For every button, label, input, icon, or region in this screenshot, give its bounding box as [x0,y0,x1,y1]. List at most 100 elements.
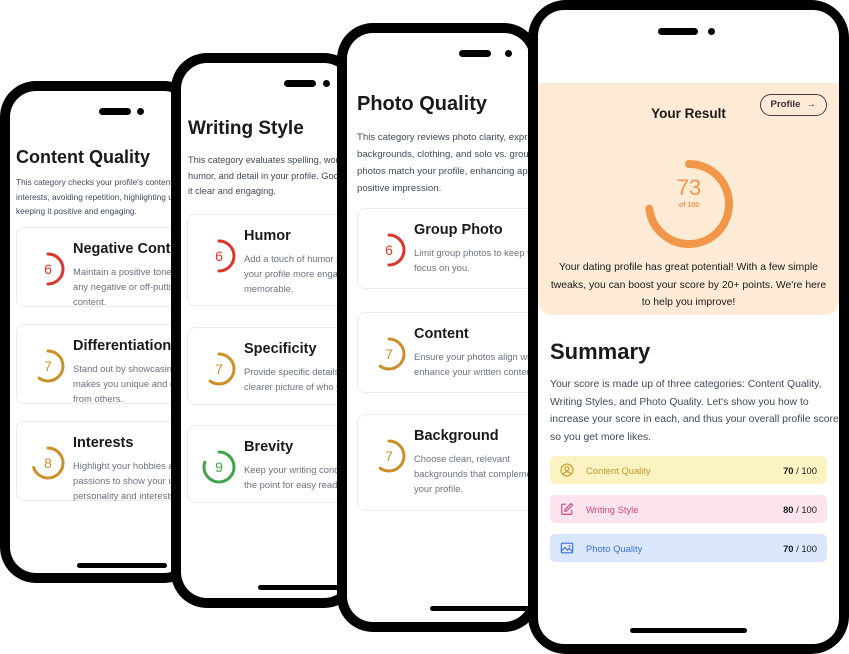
card-description-line: Ensure your photos align with and [414,351,530,362]
score-card[interactable]: 6 Group Photo Limit group photos to keep t… [357,208,530,289]
card-description-line: enhance your written content. [414,366,530,377]
desc-line: keeping it positive and engaging. [16,206,137,216]
category-description: This category evaluates spelling, wor hu… [188,153,339,200]
notch [347,50,530,58]
summary-row-label: Writing Style [586,503,639,515]
score-max: / 100 [793,503,817,515]
card-description-line: Add a touch of humor to make [244,253,350,264]
card-score: 6 [215,248,223,264]
score-max: / 100 [793,464,817,476]
camera-dot [708,28,715,35]
summary-row-label: Photo Quality [586,542,643,554]
card-title: Brevity [244,439,294,455]
score-value: 80 [783,503,794,515]
score-value: 70 [783,542,794,554]
desc-line: This category evaluates spelling, wor [188,155,339,165]
score-card[interactable]: 7 Background Choose clean, relevant backgro… [357,414,530,511]
score-card[interactable]: 7 Differentiation Stand out by showcasing … [16,324,190,404]
summary-description: Your score is made up of three categorie… [550,379,839,443]
score-card[interactable]: 7 Specificity Provide specific details for… [187,327,350,405]
desc-line: interests, avoiding repetition, highligh… [16,191,178,202]
card-description-line: the point for easy reading. [244,479,350,490]
notch [538,27,839,35]
card-description-line: Provide specific details for a [244,366,350,377]
result-panel: Your Result Profile → 73 of 100 Your dat… [538,83,839,315]
summary-title: Summary [550,339,651,364]
card-title: Humor [244,228,291,244]
card-description-line: clearer picture of who you are. [244,381,350,392]
card-description: Limit group photos to keep the focus on y… [414,245,530,275]
card-score: 6 [385,242,393,258]
desc-line: This category reviews photo clarity, exp… [357,132,528,143]
page-title: Content Quality [16,147,150,167]
screen-photo-quality: Photo Quality This category reviews phot… [347,33,530,622]
notch [10,108,190,116]
card-title: Specificity [244,341,317,357]
camera-dot [137,108,144,115]
desc-line: backgrounds, clothing, and solo vs. grou [357,149,529,160]
image-icon [560,541,574,555]
category-description: This category checks your profile's cont… [16,175,177,219]
speaker-pill [459,50,491,57]
summary-row-score: 70 / 100 [783,543,817,554]
desc-line: photos match your profile, enhancing ap [357,166,528,177]
card-score: 9 [215,459,223,475]
overall-score-max: of 100 [678,202,700,209]
score-card[interactable]: 7 Content Ensure your photos align with an… [357,312,530,393]
home-indicator[interactable] [77,563,167,568]
desc-line: positive impression. [357,183,442,194]
card-description: Provide specific details for a clearer pi… [244,364,350,394]
card-score: 7 [385,346,393,362]
card-description-line: your profile. [414,483,463,494]
card-description-line: backgrounds that complement [414,468,530,479]
profile-button-label: Profile [770,99,801,110]
home-indicator[interactable] [430,606,530,611]
phone-content-quality: Content Quality This category checks you… [0,81,200,583]
screen-content-quality: Content Quality This category checks you… [10,91,190,573]
card-description-line: Limit group photos to keep the [414,247,530,258]
page-title: Photo Quality [357,93,487,115]
score-card[interactable]: 6 Negative Content Maintain a positive ton… [16,227,190,307]
card-title: Differentiation [73,338,172,354]
phone-writing-style: Writing Style This category evaluates sp… [171,53,360,608]
card-score: 7 [44,358,52,374]
summary-row-content-quality[interactable]: Content Quality 70 / 100 [550,456,827,484]
card-score: 7 [385,448,393,464]
card-description: Keep your writing concise and to the poin… [244,462,350,492]
card-description: Add a touch of humor to make your profile… [244,251,350,296]
notch [181,80,350,88]
page-title: Writing Style [188,118,304,139]
summary-row-photo-quality[interactable]: Photo Quality 70 / 100 [550,534,827,562]
score-card[interactable]: 9 Brevity Keep your writing concise and to… [187,425,350,503]
card-description: Choose clean, relevant backgrounds that c… [414,451,530,496]
home-indicator[interactable] [630,628,747,633]
profile-button[interactable]: Profile → [759,94,827,116]
summary-row-writing-style[interactable]: Writing Style 80 / 100 [550,495,827,523]
phone-photo-quality: Photo Quality This category reviews phot… [337,23,540,632]
overall-score: 73 [676,175,702,200]
card-title: Interests [73,435,134,451]
summary-row-score: 70 / 100 [783,465,817,476]
speaker-pill [658,28,698,35]
card-title: Background [414,428,499,444]
speaker-pill [99,108,131,115]
camera-dot [505,50,512,57]
card-description-line: your profile more engaging and [244,268,350,279]
card-description-line: Keep your writing concise and to [244,464,350,475]
score-card[interactable]: 6 Humor Add a touch of humor to make your p… [187,214,350,306]
screen-writing-style: Writing Style This category evaluates sp… [181,63,350,598]
card-description-line: Choose clean, relevant [414,453,510,464]
card-title: Group Photo [414,222,503,238]
phone-result: Your Result Profile → 73 of 100 Your dat… [528,0,849,654]
summary-row-label: Content Quality [586,464,651,476]
card-score: 7 [215,361,223,377]
score-card[interactable]: 8 Interests Highlight your hobbies and pass… [16,421,190,501]
card-score: 8 [44,455,52,471]
desc-line: humor, and detail in your profile. Goo [188,170,339,181]
summary-row-score: 80 / 100 [783,504,817,515]
desc-line: it clear and engaging. [188,186,276,196]
card-description-line: memorable. [244,283,294,294]
card-description: Ensure your photos align with and enhance… [414,349,530,379]
category-description: This category reviews photo clarity, exp… [357,129,529,197]
screen-result: Your Result Profile → 73 of 100 Your dat… [538,10,839,644]
